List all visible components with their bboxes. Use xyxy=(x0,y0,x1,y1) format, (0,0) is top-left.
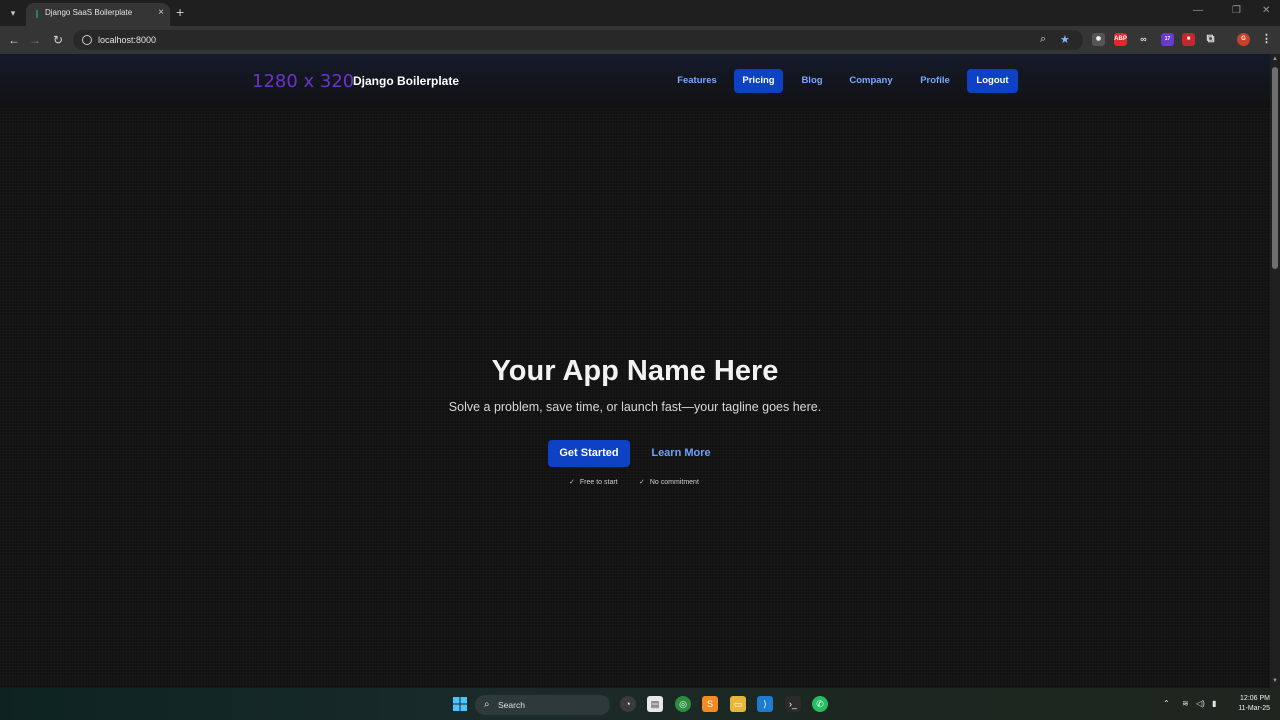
red-shield-extension-icon[interactable]: ■ xyxy=(1182,33,1195,46)
taskbar-search-label: Search xyxy=(498,700,525,710)
tab-close-icon[interactable]: × xyxy=(158,7,164,18)
whatsapp-icon[interactable]: ✆ xyxy=(812,696,828,712)
tab-title: Django SaaS Boilerplate xyxy=(45,8,133,17)
search-icon: ⌕ xyxy=(484,699,490,710)
camera-extension-icon[interactable]: ◉ xyxy=(1092,33,1105,46)
address-bar[interactable]: localhost:8000 ⌕ ★ xyxy=(73,30,1083,50)
reload-icon[interactable]: ↻ xyxy=(50,32,66,48)
wifi-icon[interactable]: ≋ xyxy=(1182,699,1189,708)
bookmark-star-icon[interactable]: ★ xyxy=(1060,33,1070,46)
forward-arrow-icon[interactable]: → xyxy=(27,32,43,48)
volume-icon[interactable]: ◁) xyxy=(1196,699,1205,708)
browser-tab-strip: ▾ Django SaaS Boilerplate × + — ❐ ✕ xyxy=(0,0,1280,26)
web-page: 1280 x 320 Django Boilerplate Features P… xyxy=(0,54,1270,688)
back-arrow-icon[interactable]: ← xyxy=(6,32,22,48)
profile-avatar[interactable]: G xyxy=(1237,33,1250,46)
taskbar-clock[interactable]: 12:06 PM 11-Mar-25 xyxy=(1230,694,1270,714)
check-icon: ✓ xyxy=(569,479,575,486)
scroll-down-arrow-icon[interactable]: ▼ xyxy=(1272,678,1278,684)
hero-tagline: Solve a problem, save time, or launch fa… xyxy=(448,400,822,414)
get-started-button[interactable]: Get Started xyxy=(548,440,630,467)
glasses-extension-icon[interactable]: ∞ xyxy=(1137,33,1150,46)
clock-date: 11-Mar-25 xyxy=(1238,705,1270,712)
taskbar-search[interactable]: ⌕ Search xyxy=(475,695,610,715)
abp-extension-icon[interactable]: ABP xyxy=(1114,33,1127,46)
minimize-icon[interactable]: — xyxy=(1193,5,1203,16)
sublime-text-icon[interactable]: S xyxy=(702,696,718,712)
extensions-puzzle-icon[interactable]: ⧉ xyxy=(1204,33,1217,46)
page-scrollbar[interactable]: ▲ ▼ xyxy=(1270,54,1280,688)
site-navbar: 1280 x 320 Django Boilerplate Features P… xyxy=(0,54,1270,108)
nav-company[interactable]: Company xyxy=(845,69,897,93)
vscode-icon[interactable]: ⟩ xyxy=(757,696,773,712)
browser-menu-icon[interactable]: ⋮ xyxy=(1260,33,1273,46)
django-favicon-icon xyxy=(36,10,38,18)
check-icon: ✓ xyxy=(639,479,645,486)
maximize-icon[interactable]: ❐ xyxy=(1232,5,1241,16)
perk-label: Free to start xyxy=(579,479,618,486)
perk-label: No commitment xyxy=(649,479,699,486)
clock-time: 12:06 PM xyxy=(1240,695,1270,702)
new-tab-button[interactable]: + xyxy=(176,4,184,20)
perk-no-commitment: ✓ No commitment xyxy=(639,478,699,486)
badge-extension-icon[interactable]: 17 xyxy=(1161,33,1174,46)
scroll-thumb[interactable] xyxy=(1272,67,1278,269)
terminal-icon[interactable]: ›_ xyxy=(785,696,801,712)
browser-tab[interactable]: Django SaaS Boilerplate × xyxy=(26,3,170,26)
nav-logout[interactable]: Logout xyxy=(967,69,1018,93)
tab-search-chevron-icon[interactable]: ▾ xyxy=(6,6,20,20)
scroll-up-arrow-icon[interactable]: ▲ xyxy=(1272,56,1278,62)
site-info-icon[interactable] xyxy=(82,35,92,45)
widgets-icon[interactable]: ◔ xyxy=(620,696,636,712)
browser-toolbar: ← → ↻ localhost:8000 ⌕ ★ ◉ ABP ∞ 17 ■ ⧉ … xyxy=(0,26,1280,54)
chrome-icon[interactable]: ◎ xyxy=(675,696,691,712)
notes-app-icon[interactable]: ▤ xyxy=(647,696,663,712)
windows-taskbar: ⌕ Search ◔ ▤ ◎ S ▭ ⟩ ›_ ✆ ⌃ ≋ ◁) ▮ 12:06… xyxy=(0,688,1280,720)
hero-title: Your App Name Here xyxy=(491,355,779,387)
tray-chevron-up-icon[interactable]: ⌃ xyxy=(1163,699,1170,708)
learn-more-button[interactable]: Learn More xyxy=(645,440,717,467)
battery-icon[interactable]: ▮ xyxy=(1212,699,1216,708)
nav-blog[interactable]: Blog xyxy=(797,69,827,93)
perk-free-to-start: ✓ Free to start xyxy=(569,478,618,486)
nav-profile[interactable]: Profile xyxy=(914,69,956,93)
zoom-icon[interactable]: ⌕ xyxy=(1040,33,1046,46)
nav-features[interactable]: Features xyxy=(673,69,721,93)
windows-logo-icon xyxy=(453,697,467,711)
logo-placeholder[interactable]: 1280 x 320 xyxy=(252,71,354,92)
address-url[interactable]: localhost:8000 xyxy=(98,35,156,45)
windows-start-icon[interactable] xyxy=(452,696,468,712)
nav-pricing[interactable]: Pricing xyxy=(734,69,783,93)
file-explorer-icon[interactable]: ▭ xyxy=(730,696,746,712)
window-close-icon[interactable]: ✕ xyxy=(1262,5,1270,16)
site-brand[interactable]: Django Boilerplate xyxy=(353,74,459,88)
